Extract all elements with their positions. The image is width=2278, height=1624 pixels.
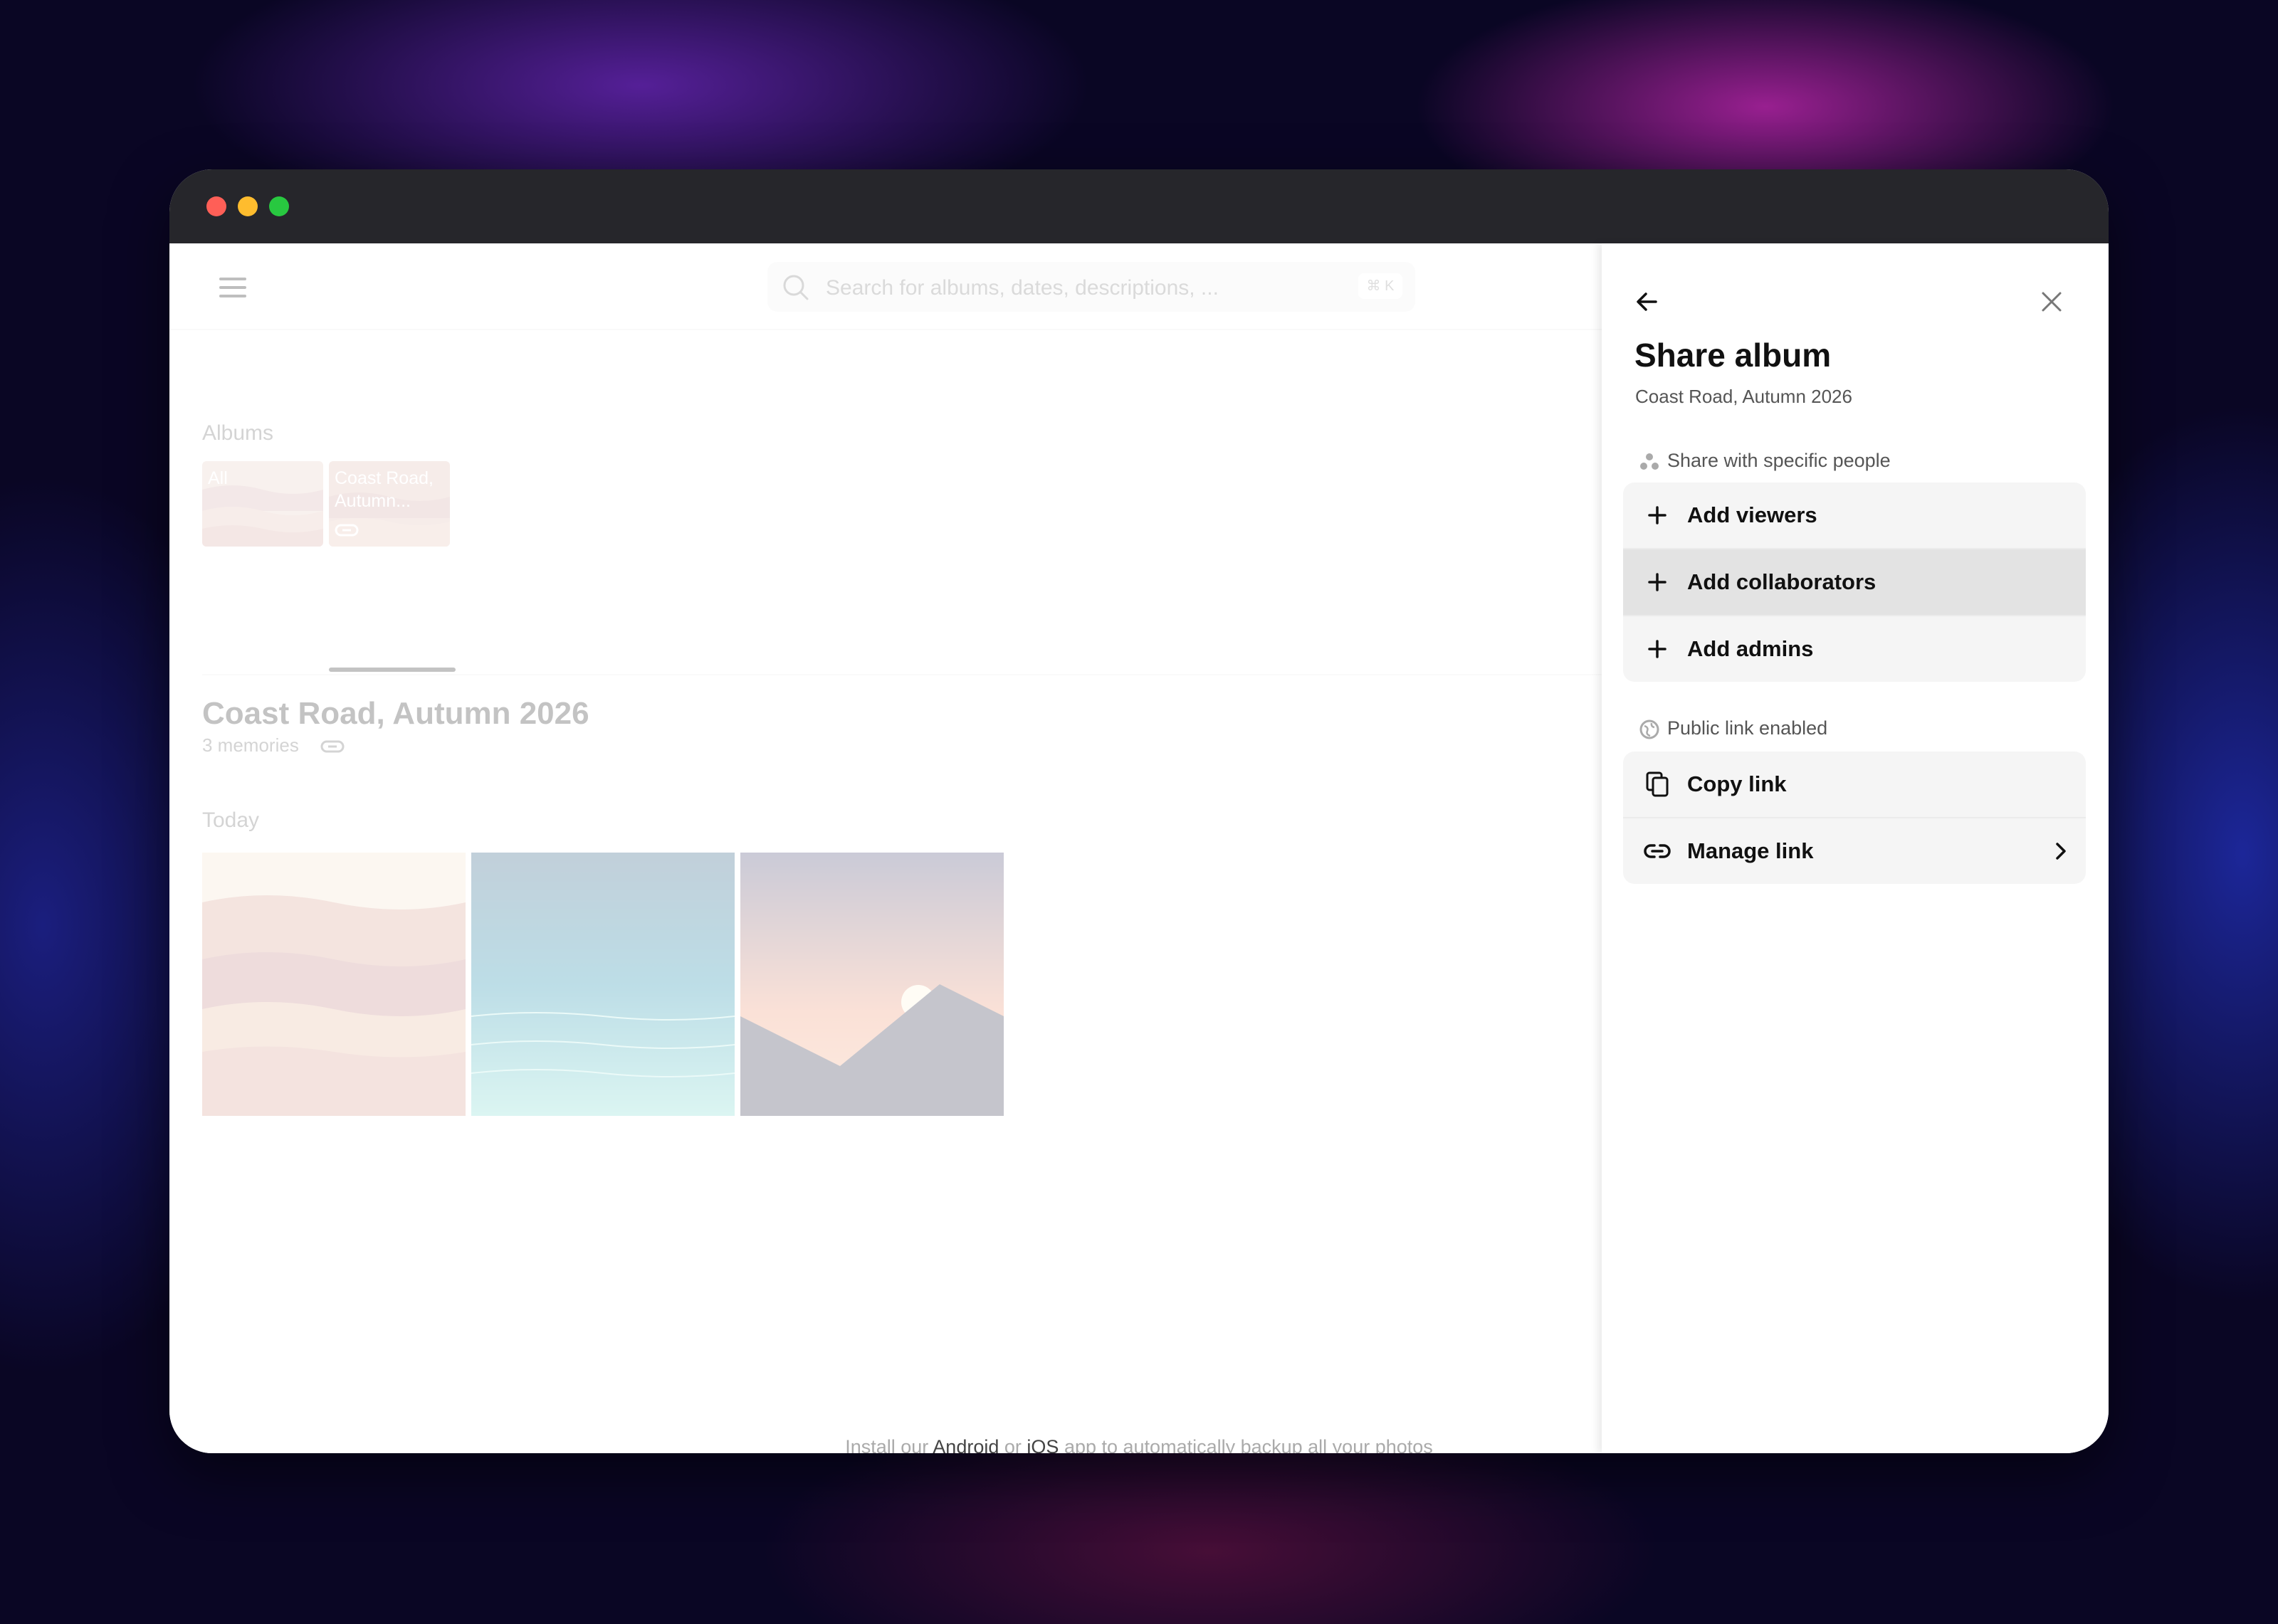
footer-prefix: Install our: [845, 1436, 929, 1453]
album-thumb-label: Coast Road, Autumn...: [335, 468, 434, 511]
panel-subtitle: Coast Road, Autumn 2026: [1635, 386, 1852, 407]
copy-icon: [1640, 767, 1674, 801]
add-viewers-label: Add viewers: [1687, 502, 1817, 527]
top-bar: Search for albums, dates, descriptions, …: [169, 243, 1602, 330]
link-icon: [320, 740, 345, 753]
photo-image: [740, 853, 1004, 1116]
add-viewers-button[interactable]: Add viewers: [1623, 483, 2086, 548]
plus-icon: [1640, 498, 1674, 532]
manage-link-button[interactable]: Manage link: [1623, 817, 2086, 884]
album-memory-count: 3 memories: [202, 734, 299, 756]
close-window-button[interactable]: [206, 196, 226, 216]
plus-icon: [1640, 565, 1674, 599]
app-window: Search for albums, dates, descriptions, …: [169, 169, 2109, 1453]
public-link-label: Public link enabled: [1667, 717, 1828, 739]
album-title: Coast Road, Autumn 2026: [202, 696, 589, 731]
public-link-group: Copy link Manage link: [1623, 752, 2086, 884]
panel-title: Share album: [1634, 337, 1832, 374]
albums-divider: [202, 674, 1602, 675]
footer-or: or: [1004, 1436, 1022, 1453]
add-admins-button[interactable]: Add admins: [1623, 615, 2086, 682]
share-people-label: Share with specific people: [1667, 450, 1891, 471]
date-section-label: Today: [202, 808, 260, 832]
copy-link-button[interactable]: Copy link: [1623, 752, 2086, 817]
photo-image: [471, 853, 735, 1116]
main-content: Search for albums, dates, descriptions, …: [169, 243, 1602, 1453]
maximize-window-button[interactable]: [269, 196, 289, 216]
album-thumb-all[interactable]: All: [202, 461, 323, 547]
window-titlebar: [169, 169, 2109, 243]
people-icon: [1640, 453, 1659, 470]
search-bar[interactable]: Search for albums, dates, descriptions, …: [767, 262, 1415, 312]
add-admins-label: Add admins: [1687, 636, 1814, 661]
photo-image: [202, 853, 466, 1116]
footer-suffix: app to automatically backup all your pho…: [1064, 1436, 1433, 1453]
selected-album-indicator: [329, 668, 456, 672]
plus-icon: [1640, 632, 1674, 666]
search-shortcut-badge: ⌘ K: [1358, 273, 1402, 299]
photo-thumbnail[interactable]: [740, 853, 1004, 1116]
android-link[interactable]: Android: [933, 1436, 999, 1453]
arrow-left-icon[interactable]: [1633, 288, 1662, 316]
album-thumb-coast-road[interactable]: Coast Road, Autumn...: [329, 461, 450, 547]
link-icon: [335, 524, 359, 537]
link-icon: [1640, 834, 1674, 868]
copy-link-label: Copy link: [1687, 771, 1787, 796]
share-album-panel: Share album Coast Road, Autumn 2026 Shar…: [1602, 243, 2109, 1453]
add-collaborators-label: Add collaborators: [1687, 569, 1877, 594]
share-people-group: Add viewers Add collaborators Add admins: [1623, 483, 2086, 682]
menu-icon[interactable]: [219, 278, 246, 297]
search-icon: [783, 275, 809, 300]
minimize-window-button[interactable]: [238, 196, 258, 216]
globe-icon: [1639, 719, 1659, 739]
photo-thumbnail[interactable]: [471, 853, 735, 1116]
search-input[interactable]: Search for albums, dates, descriptions, …: [826, 276, 1219, 300]
manage-link-label: Manage link: [1687, 838, 1814, 863]
close-icon[interactable]: [2037, 288, 2066, 316]
album-thumb-label: All: [208, 468, 228, 488]
photo-thumbnail[interactable]: [202, 853, 466, 1116]
chevron-right-icon: [2056, 843, 2066, 860]
albums-label: Albums: [202, 421, 274, 445]
add-collaborators-button[interactable]: Add collaborators: [1623, 548, 2086, 615]
ios-link[interactable]: iOS: [1027, 1436, 1059, 1453]
